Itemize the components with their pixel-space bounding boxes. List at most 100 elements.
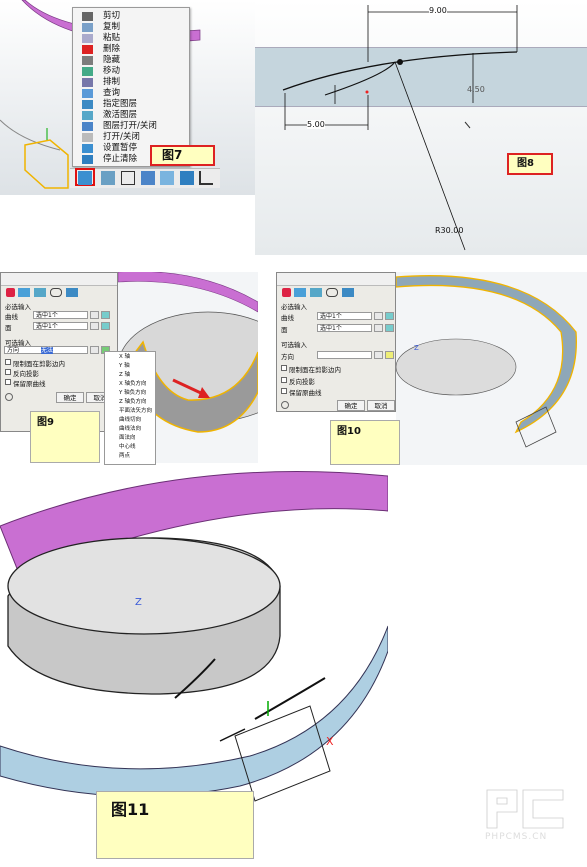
keep-label: 保留原曲线 (13, 380, 46, 388)
layer-tool-icon[interactable] (78, 171, 92, 185)
reverse-checkbox[interactable] (281, 377, 287, 383)
menu-item[interactable]: 打开/关闭 (73, 132, 189, 143)
dropdown-option[interactable]: Z 轴 (105, 371, 155, 379)
dropdown-option[interactable]: Y 轴 (105, 362, 155, 370)
curve-icon[interactable] (34, 288, 46, 297)
fig9-caption: 图9 (30, 411, 100, 463)
limit-label: 限制面在剪影边内 (289, 366, 341, 374)
align-tool-icon[interactable] (141, 171, 155, 185)
fig11-caption: 图11 (96, 791, 254, 859)
toggle-icon (82, 133, 93, 142)
dim-label-left: 5.00 (307, 120, 325, 129)
dropdown-option[interactable]: Y 轴负方向 (105, 389, 155, 397)
menu-item-label: 剪切 (103, 11, 121, 21)
angle-tool-icon[interactable] (199, 171, 213, 185)
ok-button[interactable]: 确定 (337, 400, 365, 411)
dropdown-option[interactable]: 中心线 (105, 443, 155, 451)
distribute-tool-icon[interactable] (160, 171, 174, 185)
dropdown-option[interactable]: 两点 (105, 452, 155, 460)
pause-icon (82, 144, 93, 153)
menu-item-label: 复制 (103, 22, 121, 32)
direction-field[interactable] (317, 351, 372, 359)
ok-button[interactable]: 确定 (56, 392, 84, 403)
face-field[interactable]: 选中1个 (33, 322, 88, 330)
dialog-toolbar (280, 287, 392, 299)
fig10-caption: 图10 (330, 420, 400, 465)
dropdown-option[interactable]: 面法向 (105, 434, 155, 442)
cylinder-edge (0, 119, 61, 151)
surface-icon[interactable] (18, 288, 30, 297)
face-option-button[interactable] (90, 322, 99, 330)
dropdown-option[interactable]: X 轴 (105, 353, 155, 361)
solid-icon[interactable] (282, 288, 291, 297)
curve-pick-icon[interactable] (101, 311, 110, 319)
keep-checkbox[interactable] (281, 388, 287, 394)
direction-field[interactable]: 方向 无法 (4, 346, 88, 354)
fig11-panel: Z X 图11 (0, 466, 388, 867)
watermark-text: PHPCMS.CN (485, 832, 548, 842)
direction-dropdown-button[interactable] (374, 351, 383, 359)
menu-item[interactable]: 图层打开/关闭 (73, 121, 189, 132)
menu-item[interactable]: 删除 (73, 44, 189, 55)
fig10-viewport (396, 272, 587, 465)
menu-item[interactable]: 激活图层 (73, 110, 189, 121)
projected-curve-2 (254, 677, 326, 720)
limit-checkbox[interactable] (5, 359, 11, 365)
cylinder-top (7, 537, 281, 635)
arrow-head (397, 59, 403, 65)
dropdown-option[interactable]: X 轴负方向 (105, 380, 155, 388)
limit-checkbox[interactable] (281, 365, 287, 371)
scissors-icon (82, 12, 93, 21)
surface-icon[interactable] (294, 288, 306, 297)
reverse-checkbox[interactable] (5, 369, 11, 375)
menu-item[interactable]: 粘贴 (73, 33, 189, 44)
menu-item[interactable]: 排制 (73, 77, 189, 88)
menu-item[interactable]: 隐藏 (73, 55, 189, 66)
glasses-icon[interactable] (50, 288, 62, 297)
layer-toggle-icon (82, 122, 93, 131)
curve-option-button[interactable] (90, 311, 99, 319)
help-icon[interactable] (281, 401, 289, 409)
face-option-button[interactable] (374, 324, 383, 332)
project-icon[interactable] (66, 288, 78, 297)
cancel-button[interactable]: 取消 (367, 400, 395, 411)
dropdown-option[interactable]: 曲线法向 (105, 425, 155, 433)
keep-checkbox[interactable] (5, 379, 11, 385)
menu-item-label: 设置暂停 (103, 143, 138, 153)
menu-item[interactable]: 剪切 (73, 11, 189, 22)
curve-field[interactable]: 选中1个 (33, 311, 88, 319)
menu-item[interactable]: 指定图层 (73, 99, 189, 110)
dropdown-option[interactable]: 曲线切向 (105, 416, 155, 424)
radius-leader (394, 61, 466, 251)
section-required: 必选输入 (5, 303, 31, 311)
menu-item-label: 停止清除 (103, 154, 138, 164)
curve-option-button[interactable] (374, 312, 383, 320)
direction-pick-icon[interactable] (385, 351, 394, 359)
menu-item-label: 移动 (103, 66, 121, 76)
edit-tool-icon[interactable] (101, 171, 115, 185)
menu-item[interactable]: 查询 (73, 88, 189, 99)
render-tool-icon[interactable] (180, 171, 194, 185)
curve-field[interactable]: 选中1个 (317, 312, 372, 320)
glasses-icon[interactable] (326, 288, 338, 297)
help-icon[interactable] (5, 393, 13, 401)
fig10-dialog: 必选输入 曲线 选中1个 面 选中1个 可选输入 方向 限制面在剪影边内 反向投… (276, 272, 396, 412)
plane-outline (24, 139, 69, 189)
menu-item-label: 激活图层 (103, 110, 138, 120)
dropdown-option[interactable]: Z 轴负方向 (105, 398, 155, 406)
solid-icon[interactable] (6, 288, 15, 297)
menu-item[interactable]: 复制 (73, 22, 189, 33)
dim-label-top: 9.00 (429, 6, 447, 15)
direction-dropdown-button[interactable] (90, 346, 99, 354)
curve-icon[interactable] (310, 288, 322, 297)
project-icon[interactable] (342, 288, 354, 297)
dropdown-option[interactable]: 平面法矢方向 (105, 407, 155, 415)
face-pick-icon[interactable] (101, 322, 110, 330)
face-field[interactable]: 选中1个 (317, 324, 372, 332)
dim-label-right: 4.50 (467, 85, 485, 94)
menu-item[interactable]: 移动 (73, 66, 189, 77)
face-pick-icon[interactable] (385, 324, 394, 332)
curve-pick-icon[interactable] (385, 312, 394, 320)
measure-tool-icon[interactable] (121, 171, 135, 185)
dim-label-radius: R30.00 (435, 226, 464, 235)
